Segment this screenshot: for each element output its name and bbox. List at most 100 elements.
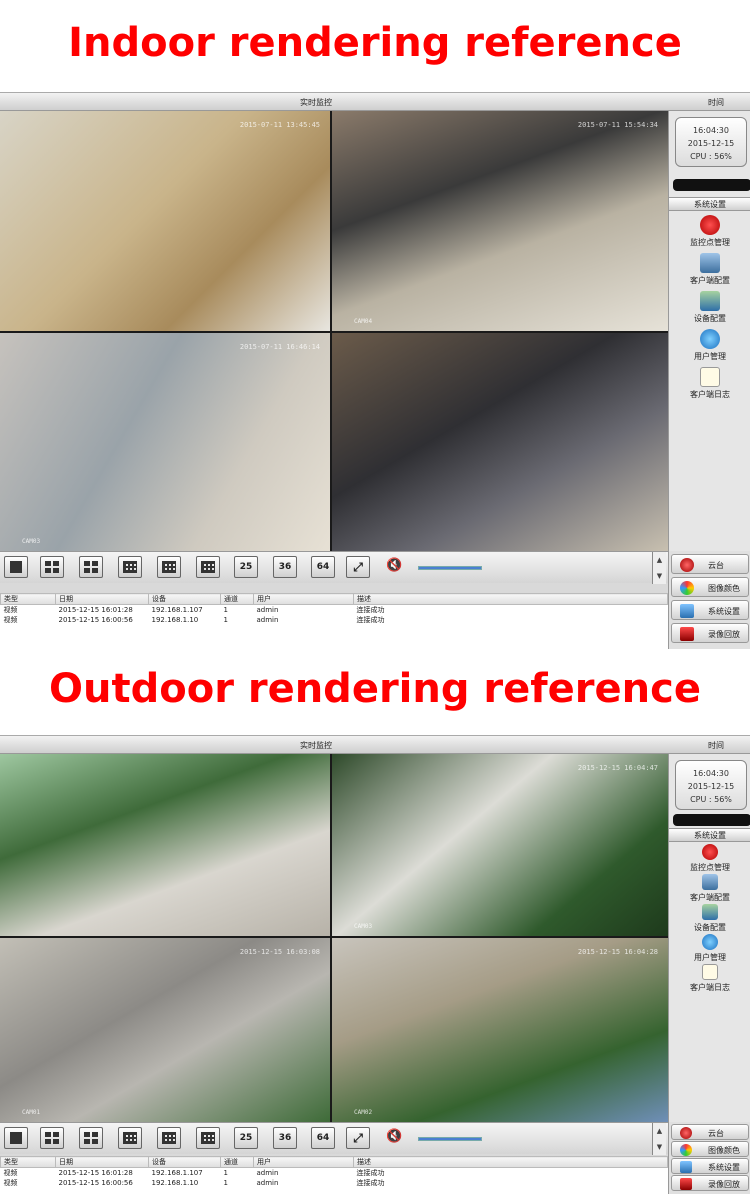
sidebar-item-monitor-points[interactable]: 监控点管理 (669, 215, 750, 248)
grid-16-icon (201, 561, 215, 573)
layout-9-button[interactable] (118, 1127, 142, 1149)
layout-25-button[interactable]: 25 (234, 556, 258, 578)
sidebar-item-client-config[interactable]: 客户端配置 (669, 253, 750, 286)
time-header: 时间 (708, 741, 724, 750)
layout-toolbar: 25 36 64 ⤢ 🔇 ▲ ▼ (0, 1122, 668, 1155)
camera-grid: 2015-12-15 16:04:47 CAM03 2015-12-15 16:… (0, 754, 668, 1122)
layout-8-button[interactable] (157, 556, 181, 578)
ptz-label: 云台 (708, 561, 724, 570)
cell-channel: 1 (223, 1169, 228, 1177)
system-settings-button[interactable]: 系统设置 (671, 600, 749, 620)
cell-type: 视频 (3, 1179, 18, 1187)
camera-view-2[interactable]: 2015-07-11 15:54:34 CAM04 (332, 111, 668, 331)
col-device[interactable]: 设备 (148, 593, 221, 605)
sidebar-item-client-config[interactable]: 客户端配置 (669, 874, 750, 903)
camera-view-4[interactable]: 2015-12-15 16:04:28 CAM02 (332, 938, 668, 1122)
cell-user: admin (256, 606, 279, 614)
system-settings-icon (680, 604, 694, 618)
ptz-label: 云台 (708, 1129, 724, 1138)
cell-type: 视频 (3, 606, 18, 614)
col-device[interactable]: 设备 (148, 1156, 221, 1168)
cell-description: 连接成功 (356, 616, 385, 624)
fullscreen-button[interactable]: ⤢ (346, 1127, 370, 1149)
camera-view-4[interactable] (332, 333, 668, 551)
camera-view-2[interactable]: 2015-12-15 16:04:47 CAM03 (332, 754, 668, 936)
camera-view-3[interactable]: 2015-12-15 16:03:08 CAM01 (0, 938, 330, 1122)
playback-button[interactable]: 录像回放 (671, 1175, 749, 1191)
sidebar-item-user-management[interactable]: 用户管理 (669, 934, 750, 963)
right-sidebar: 16:04:30 2015-12-15 CPU : 56% 系统设置 监控点管理… (668, 111, 750, 551)
col-date[interactable]: 日期 (55, 593, 149, 605)
layout-1-button[interactable] (4, 556, 28, 578)
cell-date: 2015-12-15 16:01:28 (58, 1169, 133, 1177)
indoor-app-window: 实时监控 时间 2015-07-11 13:45:45 2015-07-11 1… (0, 92, 750, 649)
grid-4-icon (45, 561, 59, 573)
camera-view-1[interactable] (0, 754, 330, 936)
system-settings-button[interactable]: 系统设置 (671, 1158, 749, 1174)
sidebar-item-client-log[interactable]: 客户端日志 (669, 367, 750, 400)
image-color-icon (680, 581, 694, 595)
sidebar-item-device-config[interactable]: 设备配置 (669, 291, 750, 324)
grid-4-icon (45, 1132, 59, 1144)
layout-64-button[interactable]: 64 (311, 556, 335, 578)
col-user[interactable]: 用户 (253, 1156, 354, 1168)
clock-time: 16:04:30 (693, 126, 729, 135)
camera-view-3[interactable]: 2015-07-11 16:46:14 CAM03 (0, 333, 330, 551)
layout-1-button[interactable] (4, 1127, 28, 1149)
single-view-icon (10, 1132, 22, 1144)
layout-6-button[interactable] (79, 1127, 103, 1149)
volume-slider[interactable] (418, 566, 482, 570)
camera-grid: 2015-07-11 13:45:45 2015-07-11 15:54:34 … (0, 111, 668, 551)
layout-64-button[interactable]: 64 (311, 1127, 335, 1149)
ptz-button[interactable]: 云台 (671, 554, 749, 574)
sidebar-item-monitor-points[interactable]: 监控点管理 (669, 844, 750, 873)
cam-timestamp: 2015-07-11 16:46:14 (239, 343, 320, 351)
layout-16-button[interactable] (196, 556, 220, 578)
speaker-mute-icon: 🔇 (386, 558, 403, 573)
col-description[interactable]: 描述 (353, 1156, 668, 1168)
col-user[interactable]: 用户 (253, 593, 354, 605)
cam-timestamp: 2015-12-15 16:04:28 (577, 948, 658, 956)
sidebar-item-client-log[interactable]: 客户端日志 (669, 964, 750, 993)
col-date[interactable]: 日期 (55, 1156, 149, 1168)
layout-9-button[interactable] (118, 556, 142, 578)
fullscreen-icon: ⤢ (353, 560, 363, 574)
playback-button[interactable]: 录像回放 (671, 623, 749, 643)
mute-button[interactable]: 🔇 (386, 1129, 402, 1144)
table-row[interactable]: 视频 2015-12-15 16:00:56 192.168.1.10 1 ad… (1, 615, 668, 625)
table-row[interactable]: 视频 2015-12-15 16:01:28 192.168.1.107 1 a… (1, 1168, 668, 1179)
layout-8-button[interactable] (157, 1127, 181, 1149)
fullscreen-button[interactable]: ⤢ (346, 556, 370, 578)
volume-slider[interactable] (418, 1137, 482, 1141)
col-channel[interactable]: 通道 (220, 1156, 254, 1168)
toolbar-scrollbar[interactable]: ▲ ▼ (652, 552, 666, 584)
layout-36-button[interactable]: 36 (273, 556, 297, 578)
layout-36-button[interactable]: 36 (273, 1127, 297, 1149)
ptz-button[interactable]: 云台 (671, 1124, 749, 1140)
col-description[interactable]: 描述 (353, 593, 668, 605)
col-type[interactable]: 类型 (0, 593, 56, 605)
layout-4-button[interactable] (40, 556, 64, 578)
col-type[interactable]: 类型 (0, 1156, 56, 1168)
mute-button[interactable]: 🔇 (386, 558, 402, 573)
sidebar-item-device-config[interactable]: 设备配置 (669, 904, 750, 933)
playback-label: 录像回放 (708, 630, 740, 639)
layout-25-button[interactable]: 25 (234, 1127, 258, 1149)
layout-16-button[interactable] (196, 1127, 220, 1149)
image-color-button[interactable]: 图像颜色 (671, 577, 749, 597)
playback-label: 录像回放 (708, 1180, 740, 1189)
layout-4-button[interactable] (40, 1127, 64, 1149)
sidebar-item-user-management[interactable]: 用户管理 (669, 329, 750, 362)
layout-6-button[interactable] (79, 556, 103, 578)
table-row[interactable]: 视频 2015-12-15 16:00:56 192.168.1.10 1 ad… (1, 1178, 668, 1188)
image-color-label: 图像颜色 (708, 1146, 740, 1155)
right-button-panel: 云台 图像颜色 系统设置 录像回放 (668, 1122, 750, 1194)
table-row[interactable]: 视频 2015-12-15 16:01:28 192.168.1.107 1 a… (1, 605, 668, 616)
title-bar: 实时监控 时间 (0, 93, 750, 111)
col-channel[interactable]: 通道 (220, 593, 254, 605)
toolbar-scrollbar[interactable]: ▲ ▼ (652, 1123, 666, 1155)
grid-8-icon (162, 1132, 176, 1144)
camera-view-1[interactable]: 2015-07-11 13:45:45 (0, 111, 330, 331)
image-color-button[interactable]: 图像颜色 (671, 1141, 749, 1157)
cam-timestamp: 2015-07-11 13:45:45 (239, 121, 320, 129)
